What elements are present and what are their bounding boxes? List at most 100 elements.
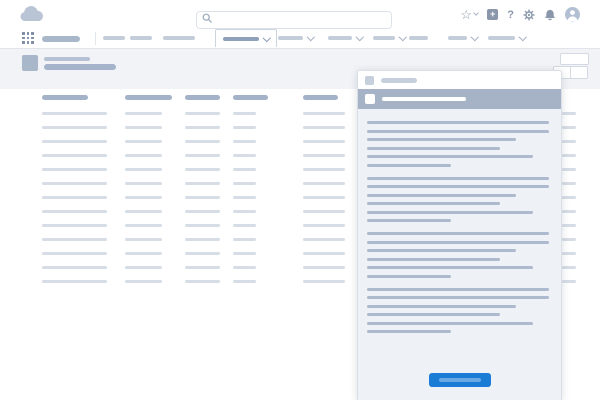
notifications-bell-icon[interactable]	[544, 9, 556, 21]
global-search	[196, 9, 392, 27]
cell-placeholder	[185, 168, 220, 171]
header-group-button-right[interactable]	[570, 66, 588, 79]
cell-placeholder	[185, 182, 220, 185]
tab-item[interactable]	[448, 36, 478, 40]
cell-placeholder	[303, 112, 345, 115]
chevron-down-icon	[399, 33, 407, 41]
cell-placeholder	[42, 112, 107, 115]
popup-header-icon	[365, 76, 374, 85]
popup-header[interactable]	[358, 71, 561, 89]
tab-bar	[0, 29, 600, 49]
paragraph-placeholder	[367, 232, 549, 278]
cell-placeholder	[42, 182, 107, 185]
tab-label-placeholder	[103, 36, 125, 40]
entity-icon	[22, 55, 38, 71]
cell-placeholder	[303, 252, 345, 255]
cell-placeholder	[233, 266, 256, 269]
cell-placeholder	[233, 224, 256, 227]
text-line-placeholder	[367, 249, 516, 252]
cell-placeholder	[562, 112, 576, 115]
text-line-placeholder	[367, 185, 549, 188]
favorites-star-icon[interactable]: ☆	[460, 8, 478, 21]
cell-placeholder	[42, 140, 107, 143]
tab-label-placeholder	[278, 36, 303, 40]
search-icon	[202, 13, 212, 23]
tab-label-placeholder	[223, 37, 259, 41]
chevron-down-icon	[307, 33, 315, 41]
tab-label-placeholder	[448, 36, 467, 40]
popup-selected-item[interactable]	[358, 89, 561, 109]
column-header-placeholder[interactable]	[125, 95, 172, 100]
cell-placeholder	[42, 168, 107, 171]
cell-placeholder	[125, 140, 162, 143]
cell-placeholder	[303, 168, 345, 171]
page-title-placeholder	[44, 64, 116, 70]
column-header-placeholder[interactable]	[42, 95, 88, 100]
tab-item[interactable]	[409, 36, 428, 40]
cell-placeholder	[125, 168, 162, 171]
cell-placeholder	[233, 112, 256, 115]
tab-item[interactable]	[163, 36, 195, 40]
popup-footer	[358, 371, 561, 400]
top-nav: ☆ + ?	[0, 0, 600, 30]
star-glyph: ☆	[460, 8, 472, 21]
cell-placeholder	[42, 210, 107, 213]
cell-placeholder	[233, 252, 256, 255]
cell-placeholder	[185, 140, 220, 143]
cell-placeholder	[233, 196, 256, 199]
page-subtitle-placeholder	[44, 57, 90, 61]
text-line-placeholder	[367, 194, 516, 197]
tab-item[interactable]	[328, 36, 363, 40]
chevron-down-icon	[356, 33, 364, 41]
cell-placeholder	[185, 126, 220, 129]
cell-placeholder	[303, 224, 345, 227]
cell-placeholder	[42, 252, 107, 255]
text-line-placeholder	[367, 258, 500, 261]
cell-placeholder	[562, 210, 576, 213]
text-line-placeholder	[367, 296, 549, 299]
text-line-placeholder	[367, 232, 549, 235]
text-line-placeholder	[367, 305, 516, 308]
tab-item[interactable]	[130, 36, 152, 40]
popup-item-icon	[365, 94, 375, 104]
primary-action-button[interactable]	[429, 373, 491, 387]
button-label-placeholder	[439, 378, 481, 382]
cell-placeholder	[233, 140, 256, 143]
help-icon[interactable]: ?	[507, 9, 514, 21]
user-avatar[interactable]	[565, 7, 580, 22]
cloud-logo-icon	[17, 6, 47, 24]
cell-placeholder	[42, 266, 107, 269]
cell-placeholder	[303, 140, 345, 143]
cell-placeholder	[42, 196, 107, 199]
global-actions-icon[interactable]: +	[487, 9, 498, 20]
tab-item[interactable]	[488, 36, 526, 40]
paragraph-placeholder	[367, 121, 549, 167]
cell-placeholder	[42, 154, 107, 157]
popup-panel	[357, 70, 562, 400]
cell-placeholder	[233, 238, 256, 241]
column-header-placeholder[interactable]	[233, 95, 268, 100]
tab-item-selected[interactable]	[215, 29, 277, 47]
cell-placeholder	[562, 140, 576, 143]
cell-placeholder	[303, 210, 345, 213]
cell-placeholder	[125, 210, 162, 213]
column-header-placeholder[interactable]	[185, 95, 220, 100]
text-line-placeholder	[367, 121, 549, 124]
column-header-placeholder[interactable]	[303, 95, 338, 100]
cell-placeholder	[303, 196, 345, 199]
header-action-button[interactable]	[560, 53, 589, 65]
text-line-placeholder	[367, 330, 451, 333]
tab-strip	[0, 29, 600, 48]
tab-item[interactable]	[103, 36, 125, 40]
tab-item[interactable]	[278, 36, 314, 40]
cell-placeholder	[42, 126, 107, 129]
paragraph-placeholder	[367, 177, 549, 223]
text-line-placeholder	[367, 275, 451, 278]
cell-placeholder	[125, 196, 162, 199]
setup-gear-icon[interactable]	[523, 9, 535, 21]
search-input[interactable]	[196, 11, 392, 29]
text-line-placeholder	[367, 147, 500, 150]
tab-item[interactable]	[373, 36, 406, 40]
tab-label-placeholder	[409, 36, 428, 40]
cell-placeholder	[233, 210, 256, 213]
